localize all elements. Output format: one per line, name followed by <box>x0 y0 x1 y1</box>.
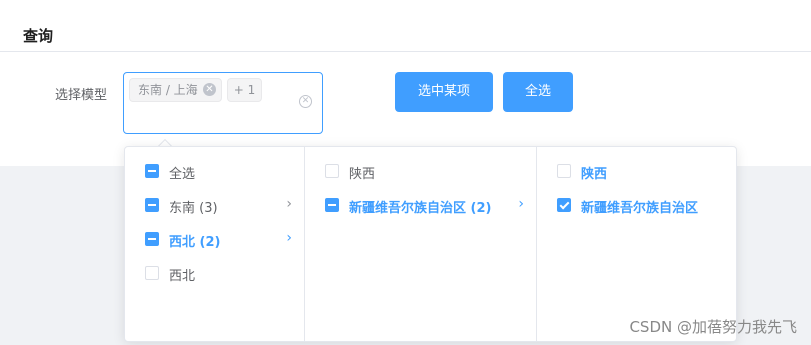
option-label: 西北 <box>169 269 196 284</box>
selected-tag-label: 东南 / 上海 <box>138 83 198 97</box>
option-label: 东南 (3) <box>169 201 218 216</box>
cascader-option[interactable]: 西北 <box>125 256 304 290</box>
select-one-button[interactable]: 选中某项 <box>395 72 493 112</box>
option-label: 新疆维吾尔族自治区 <box>581 201 699 216</box>
option-label: 陕西 <box>581 167 608 182</box>
option-checkbox[interactable] <box>325 198 339 212</box>
page-title: 查询 <box>23 27 54 45</box>
chevron-right-icon: › <box>518 196 524 212</box>
title-divider <box>0 51 811 52</box>
clear-icon[interactable]: ✕ <box>299 95 312 108</box>
cascader-option[interactable]: 东南 (3) › <box>125 188 304 222</box>
tag-close-icon[interactable]: ✕ <box>203 83 216 96</box>
chevron-right-icon: › <box>286 196 292 212</box>
cascader-dropdown: 全选东南 (3) › 西北 (2) › 西北 陕西新疆维吾尔族自治区 (2) › 陕西新疆… <box>124 146 737 342</box>
option-label: 陕西 <box>349 167 376 182</box>
watermark: CSDN @加蓓努力我先飞 <box>629 318 797 336</box>
option-label: 全选 <box>169 167 196 182</box>
option-checkbox[interactable] <box>325 164 339 178</box>
option-checkbox[interactable] <box>145 232 159 246</box>
option-label: 西北 (2) <box>169 235 221 250</box>
cascader-option[interactable]: 新疆维吾尔族自治区 (2) › <box>305 188 536 222</box>
chevron-right-icon: › <box>286 230 292 246</box>
option-checkbox[interactable] <box>145 198 159 212</box>
cascader-option[interactable]: 全选 <box>125 154 304 188</box>
option-checkbox[interactable] <box>145 164 159 178</box>
cascader-panel-level-2: 陕西新疆维吾尔族自治区 (2) › <box>305 147 537 341</box>
option-checkbox[interactable] <box>145 266 159 280</box>
option-label: 新疆维吾尔族自治区 (2) <box>349 201 492 216</box>
cascader-option[interactable]: 陕西 <box>305 154 536 188</box>
cascader-panel-level-3: 陕西新疆维吾尔族自治区 <box>537 147 736 341</box>
form-label: 选择模型 <box>55 88 108 103</box>
selected-tag: 东南 / 上海 ✕ <box>129 78 222 102</box>
cascader-panel-level-1: 全选东南 (3) › 西北 (2) › 西北 <box>125 147 305 341</box>
cascader-option[interactable]: 新疆维吾尔族自治区 <box>537 188 736 222</box>
cascader-option[interactable]: 西北 (2) › <box>125 222 304 256</box>
cascader-input[interactable]: 东南 / 上海 ✕ + 1 ✕ <box>123 72 323 134</box>
option-checkbox[interactable] <box>557 198 571 212</box>
option-checkbox[interactable] <box>557 164 571 178</box>
select-all-button[interactable]: 全选 <box>503 72 573 112</box>
cascader-option[interactable]: 陕西 <box>537 154 736 188</box>
collapse-tag: + 1 <box>227 78 262 102</box>
